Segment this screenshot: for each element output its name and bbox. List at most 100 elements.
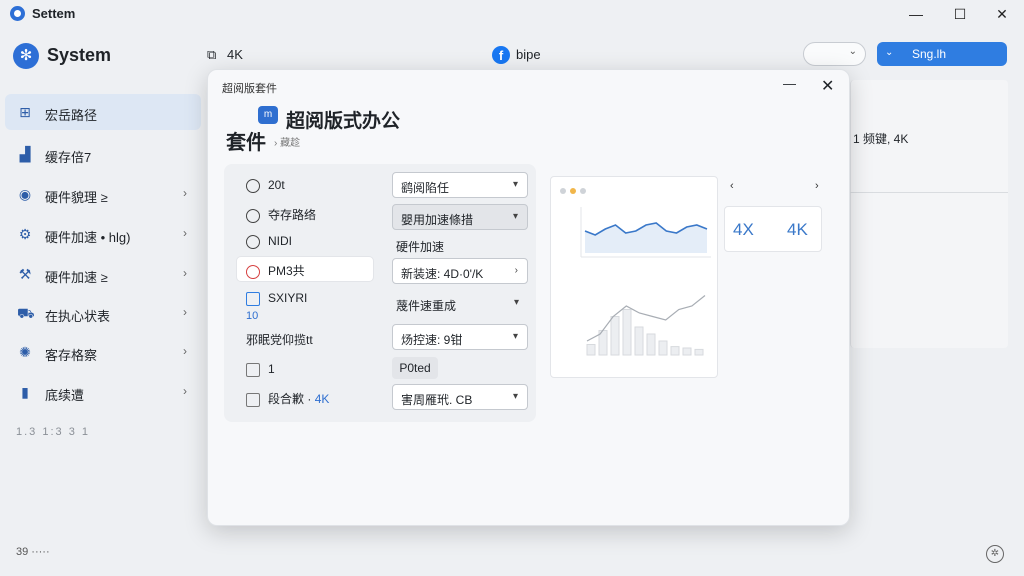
option-radio-3[interactable]: NIDI bbox=[246, 234, 292, 249]
header-center-label: bipe bbox=[516, 47, 541, 62]
resolution-indicator[interactable]: ⧉ 4K bbox=[207, 47, 243, 63]
document-icon: ▮ bbox=[21, 384, 29, 400]
settings-icon[interactable]: ✲ bbox=[986, 545, 1004, 563]
checkbox-icon bbox=[246, 291, 260, 306]
option-label: SXIYRI bbox=[268, 291, 308, 305]
gear-icon: ⚙ bbox=[18, 226, 32, 242]
radio-icon bbox=[246, 178, 260, 193]
title-bar: Settem — ☐ ✕ bbox=[0, 0, 1024, 28]
select-accel-method[interactable]: 嬰用加速條措 ▾ bbox=[392, 204, 528, 230]
sidebar-item-hardware-manage[interactable]: ◉ 硬件貌理 ≥ › bbox=[5, 176, 201, 212]
line-area bbox=[585, 223, 707, 253]
radio-icon bbox=[246, 208, 260, 223]
divider bbox=[850, 192, 1008, 193]
option-label: 1 bbox=[268, 362, 275, 376]
dialog-heading: 超阅版式办公 bbox=[286, 111, 401, 132]
maximize-button[interactable]: ☐ bbox=[940, 0, 980, 28]
close-button[interactable]: ✕ bbox=[982, 0, 1022, 28]
chevron-right-icon: › bbox=[183, 266, 187, 280]
resolution-label: 4K bbox=[227, 47, 243, 62]
bar-mark bbox=[682, 347, 692, 356]
section-label: 邪眠党仰揽tt bbox=[246, 333, 313, 347]
option-label: PM3共 bbox=[268, 264, 305, 278]
sidebar-item-label: 缓存倍7 bbox=[45, 150, 92, 165]
chevron-down-icon: ▾ bbox=[512, 179, 518, 190]
sidebar-footer-info: 1.3 1:3 3 1 bbox=[16, 426, 90, 438]
bar-mark bbox=[622, 309, 632, 356]
select-control-speed[interactable]: 炀控速: 9钳 ▾ bbox=[392, 324, 528, 350]
minimize-button[interactable]: — bbox=[896, 0, 936, 28]
car-icon: ⛟ bbox=[17, 305, 35, 321]
chevron-right-icon: › bbox=[514, 265, 518, 276]
dialog-minimize-button[interactable]: — bbox=[783, 76, 796, 91]
checkbox-icon bbox=[246, 362, 260, 377]
select-value: 嬰用加速條措 bbox=[401, 213, 474, 227]
gears-icon: ✺ bbox=[19, 344, 31, 360]
bar-mark bbox=[694, 348, 704, 356]
header-dropdown[interactable]: ⌄ bbox=[803, 42, 866, 66]
bar-mark bbox=[586, 344, 596, 356]
options-panel: 20t 夺存路络 NIDI PM3共 SXIYRI 10 邪眠党仰揽tt 1 段… bbox=[224, 164, 536, 422]
option-label: 夺存路络 bbox=[268, 208, 317, 222]
select-path[interactable]: 鹞阅陷任 ▾ bbox=[392, 172, 528, 198]
chevron-down-icon: ⌄ bbox=[885, 47, 894, 58]
sidebar-item-storage[interactable]: ✺ 客存格察 › bbox=[5, 334, 201, 370]
checkbox-icon bbox=[246, 392, 260, 407]
posted-badge[interactable]: P0ted bbox=[392, 357, 438, 379]
dialog-title: 超阅版套件 bbox=[222, 83, 277, 95]
suite-badge-icon: m bbox=[258, 106, 278, 124]
dialog-close-button[interactable]: ✕ bbox=[821, 76, 834, 96]
option-check-1[interactable]: SXIYRI bbox=[246, 291, 307, 306]
wrench-icon: ⚒ bbox=[18, 266, 32, 282]
bar-chart-icon: ▟ bbox=[19, 146, 31, 162]
chevron-down-icon: ▾ bbox=[512, 211, 518, 222]
sidebar-item-bottom[interactable]: ▮ 底续遭 › bbox=[5, 374, 201, 410]
grid-icon: ⊞ bbox=[19, 104, 31, 120]
hardware-accel-label: 硬件加速 bbox=[396, 240, 445, 254]
chart-dot-grey bbox=[560, 188, 566, 194]
speed-rebuild-dropdown[interactable]: 蔑件速重成 ▾ bbox=[396, 297, 519, 314]
chart-prev-button[interactable]: ‹ bbox=[730, 180, 734, 192]
chart-next-button[interactable]: › bbox=[815, 180, 819, 192]
option-radio-4[interactable]: PM3共 bbox=[246, 262, 305, 279]
app-logo-icon bbox=[10, 6, 25, 21]
background-panel bbox=[850, 80, 1008, 348]
chevron-right-icon: › bbox=[183, 226, 187, 240]
sidebar-item-path[interactable]: ⊞ 宏岳路径 bbox=[5, 94, 201, 130]
sidebar-item-label: 硬件加速 • hlg) bbox=[45, 230, 131, 245]
chevron-right-icon: › bbox=[183, 305, 187, 319]
chart-dot-grey-2 bbox=[580, 188, 586, 194]
select-value: 炀控速: 9钳 bbox=[401, 333, 463, 347]
tile-4x[interactable]: 4X bbox=[733, 220, 754, 240]
resolution-tiles: 4X 4K bbox=[724, 206, 822, 252]
tile-4k[interactable]: 4K bbox=[787, 220, 808, 240]
option-label: 20t bbox=[268, 178, 285, 192]
sidebar-item-label: 宏岳路径 bbox=[45, 108, 98, 123]
background-panel-text: 1 频键, 4K bbox=[853, 132, 909, 146]
option-check-1-sub: 10 bbox=[246, 310, 259, 322]
select-value: 新装速: 4D·0'/K bbox=[401, 267, 484, 281]
option-radio-2[interactable]: 夺存路络 bbox=[246, 206, 316, 223]
sidebar-item-hw-accel-2[interactable]: ⚒ 硬件加速 ≥ › bbox=[5, 256, 201, 292]
chevron-right-icon: › bbox=[183, 384, 187, 398]
radio-icon bbox=[246, 234, 260, 249]
bar-mark bbox=[670, 346, 680, 356]
option-radio-1[interactable]: 20t bbox=[246, 178, 285, 193]
option-check-3[interactable]: 段合歉 · 4K bbox=[246, 390, 329, 407]
sidebar-item-label: 硬件貌理 ≥ bbox=[45, 190, 108, 205]
sidebar-item-cache[interactable]: ▟ 缓存倍7 bbox=[5, 136, 201, 172]
select-cache-size[interactable]: 害周雁玳. CB ▾ bbox=[392, 384, 528, 410]
option-check-2[interactable]: 1 bbox=[246, 362, 275, 377]
chart-svg bbox=[560, 188, 711, 356]
dropdown-label: 蔑件速重成 bbox=[396, 299, 457, 313]
sidebar-item-status[interactable]: ⛟ 在执心状表 › bbox=[5, 295, 201, 331]
window-title: Settem bbox=[32, 6, 76, 21]
system-logo-icon: ✻ bbox=[13, 43, 39, 69]
facebook-icon[interactable]: f bbox=[492, 46, 510, 64]
select-speed[interactable]: 新装速: 4D·0'/K › bbox=[392, 258, 528, 284]
chevron-down-icon: ▾ bbox=[512, 391, 518, 402]
sidebar-item-label: 客存格察 bbox=[45, 348, 98, 363]
chart-dot-amber bbox=[570, 188, 576, 194]
sign-in-button[interactable]: ⌄ Sng.lh bbox=[877, 42, 1007, 66]
sidebar-item-hw-accel-1[interactable]: ⚙ 硬件加速 • hlg) › bbox=[5, 216, 201, 252]
